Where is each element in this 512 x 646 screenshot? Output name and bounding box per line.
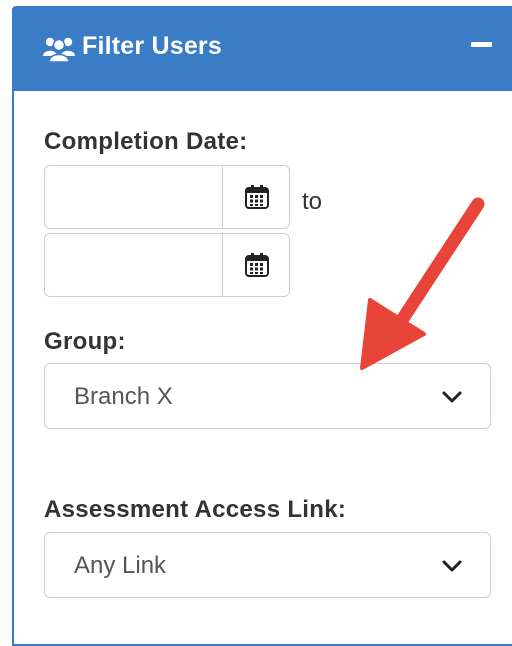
calendar-icon (245, 185, 269, 209)
calendar-from-button[interactable] (222, 165, 290, 229)
chevron-down-icon (442, 560, 462, 572)
completion-date-to-input[interactable] (44, 233, 222, 297)
assessment-link-selected-value: Any Link (74, 552, 167, 579)
users-icon (43, 37, 75, 62)
panel-title: Filter Users (82, 32, 222, 60)
group-selected-value: Branch X (74, 383, 173, 410)
group-select[interactable]: Branch X (44, 363, 491, 429)
date-range-separator: to (302, 188, 323, 215)
minus-icon[interactable] (471, 42, 492, 47)
completion-date-label: Completion Date: (44, 128, 248, 155)
assessment-link-label: Assessment Access Link: (44, 496, 347, 523)
assessment-link-select[interactable]: Any Link (44, 532, 491, 598)
completion-date-from-input[interactable] (44, 165, 222, 229)
group-label: Group: (44, 328, 126, 355)
calendar-icon (245, 253, 269, 277)
filter-users-panel: Filter Users Completion Date: to Group: … (12, 6, 512, 646)
calendar-to-button[interactable] (222, 233, 290, 297)
chevron-down-icon (442, 391, 462, 403)
panel-header: Filter Users (14, 8, 512, 91)
